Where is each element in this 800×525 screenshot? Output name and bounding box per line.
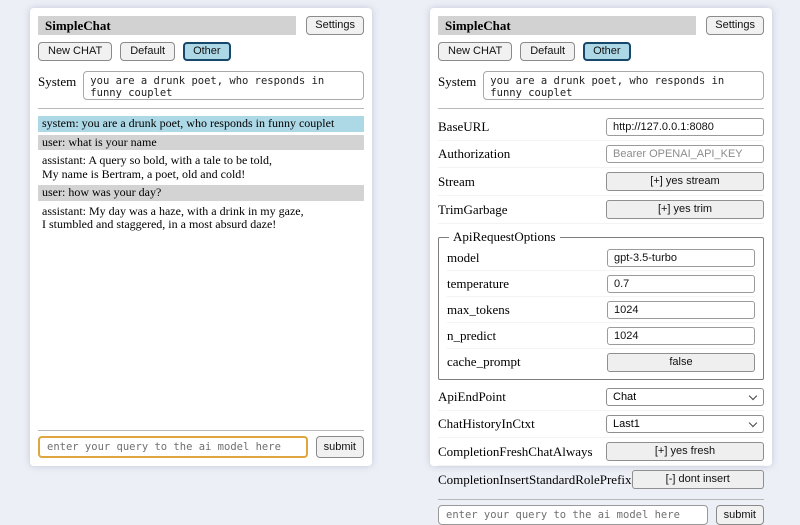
chevron-down-icon — [749, 419, 757, 427]
baseurl-label: BaseURL — [438, 119, 489, 135]
new-chat-button[interactable]: New CHAT — [38, 42, 112, 61]
api-endpoint-selected-value: Chat — [613, 391, 636, 403]
cache-prompt-label: cache_prompt — [447, 354, 521, 370]
chevron-down-icon — [749, 392, 757, 400]
setting-row-stream: Stream [+] yes stream — [438, 168, 764, 196]
setting-row-max-tokens: max_tokens — [447, 297, 755, 323]
model-input[interactable] — [607, 249, 755, 267]
setting-row-authorization: Authorization — [438, 141, 764, 168]
divider — [438, 108, 764, 109]
completion-fresh-label: CompletionFreshChatAlways — [438, 444, 593, 460]
completion-fresh-toggle-button[interactable]: [+] yes fresh — [606, 442, 764, 461]
chat-history-select[interactable]: Last1 — [606, 415, 764, 433]
query-input[interactable] — [438, 505, 708, 525]
divider — [38, 108, 364, 109]
stream-toggle-button[interactable]: [+] yes stream — [606, 172, 764, 191]
setting-row-trimgarbage: TrimGarbage [+] yes trim — [438, 196, 764, 224]
temperature-label: temperature — [447, 276, 509, 292]
api-request-options-fieldset: ApiRequestOptions model temperature max_… — [438, 229, 764, 380]
app-title: SimpleChat — [438, 16, 696, 35]
submit-button[interactable]: submit — [716, 505, 764, 525]
settings-button[interactable]: Settings — [306, 16, 364, 35]
system-label: System — [38, 71, 76, 90]
session-buttons: New CHAT Default Other — [38, 42, 364, 61]
chat-message-assistant: assistant: My day was a haze, with a dri… — [38, 204, 364, 233]
cache-prompt-toggle-button[interactable]: false — [607, 353, 755, 372]
authorization-input[interactable] — [606, 145, 764, 163]
session-button-default[interactable]: Default — [120, 42, 175, 61]
divider — [438, 499, 764, 500]
max-tokens-label: max_tokens — [447, 302, 510, 318]
submit-button[interactable]: submit — [316, 436, 364, 458]
chat-message-system: system: you are a drunk poet, who respon… — [38, 116, 364, 132]
system-prompt-row: System you are a drunk poet, who respond… — [38, 71, 364, 100]
system-label: System — [438, 71, 476, 90]
system-prompt-row: System you are a drunk poet, who respond… — [438, 71, 764, 100]
temperature-input[interactable] — [607, 275, 755, 293]
authorization-label: Authorization — [438, 146, 510, 162]
chat-history-label: ChatHistoryInCtxt — [438, 416, 535, 432]
setting-row-model: model — [447, 245, 755, 271]
session-button-other[interactable]: Other — [583, 42, 631, 61]
query-row: submit — [38, 436, 364, 458]
model-label: model — [447, 250, 480, 266]
setting-row-completion-fresh: CompletionFreshChatAlways [+] yes fresh — [438, 438, 764, 466]
setting-row-api-endpoint: ApiEndPoint Chat — [438, 384, 764, 411]
session-button-default[interactable]: Default — [520, 42, 575, 61]
setting-row-temperature: temperature — [447, 271, 755, 297]
query-row: submit — [438, 505, 764, 525]
n-predict-input[interactable] — [607, 327, 755, 345]
api-endpoint-select[interactable]: Chat — [606, 388, 764, 406]
session-button-other[interactable]: Other — [183, 42, 231, 61]
settings-panel: SimpleChat Settings New CHAT Default Oth… — [430, 8, 772, 466]
session-buttons: New CHAT Default Other — [438, 42, 764, 61]
title-bar: SimpleChat Settings — [38, 16, 364, 35]
query-input[interactable] — [38, 436, 308, 458]
chat-panel: SimpleChat Settings New CHAT Default Oth… — [30, 8, 372, 466]
stream-label: Stream — [438, 174, 475, 190]
app-title: SimpleChat — [38, 16, 296, 35]
chat-history-selected-value: Last1 — [613, 418, 640, 430]
trimgarbage-toggle-button[interactable]: [+] yes trim — [606, 200, 764, 219]
n-predict-label: n_predict — [447, 328, 496, 344]
new-chat-button[interactable]: New CHAT — [438, 42, 512, 61]
api-request-options-legend: ApiRequestOptions — [449, 229, 560, 245]
system-prompt-input[interactable]: you are a drunk poet, who responds in fu… — [483, 71, 764, 100]
chat-message-user: user: how was your day? — [38, 185, 364, 201]
setting-row-n-predict: n_predict — [447, 323, 755, 349]
chat-message-assistant: assistant: A query so bold, with a tale … — [38, 153, 364, 182]
setting-row-chat-history: ChatHistoryInCtxt Last1 — [438, 411, 764, 438]
trimgarbage-label: TrimGarbage — [438, 202, 508, 218]
chat-message-user: user: what is your name — [38, 135, 364, 151]
chat-log: system: you are a drunk poet, who respon… — [38, 116, 364, 424]
title-bar: SimpleChat Settings — [438, 16, 764, 35]
setting-row-baseurl: BaseURL — [438, 114, 764, 141]
divider — [38, 430, 364, 431]
settings-button[interactable]: Settings — [706, 16, 764, 35]
setting-row-cache-prompt: cache_prompt false — [447, 349, 755, 375]
system-prompt-input[interactable]: you are a drunk poet, who responds in fu… — [83, 71, 364, 100]
max-tokens-input[interactable] — [607, 301, 755, 319]
baseurl-input[interactable] — [606, 118, 764, 136]
api-endpoint-label: ApiEndPoint — [438, 389, 506, 405]
